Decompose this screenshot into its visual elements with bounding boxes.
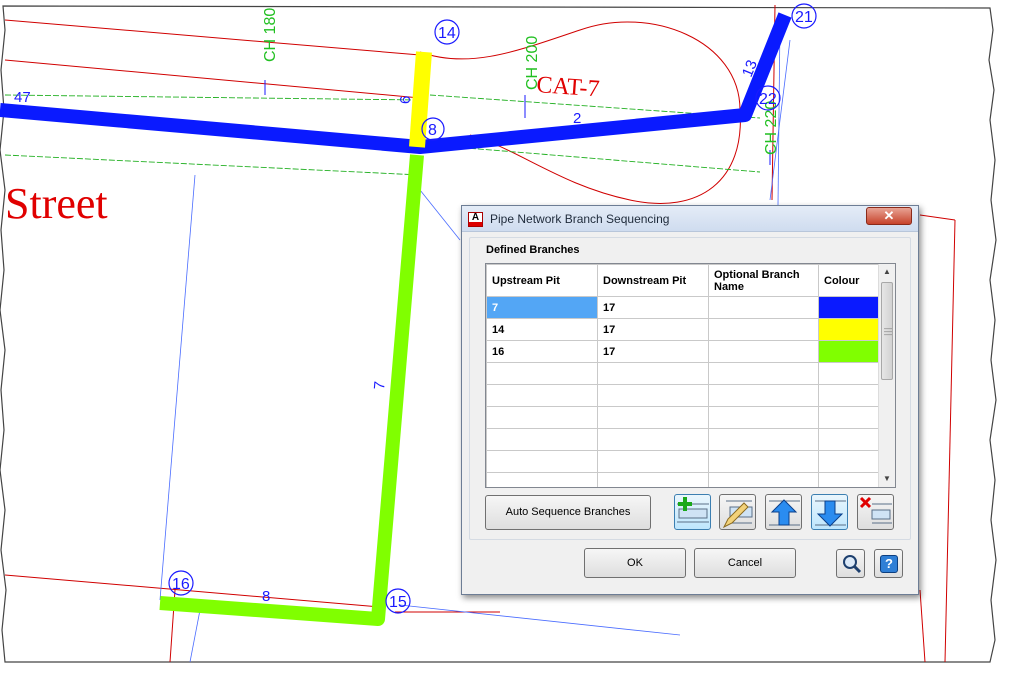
ok-label: OK bbox=[627, 557, 643, 569]
branches-grid[interactable]: Upstream Pit Downstream Pit Optional Bra… bbox=[485, 263, 896, 488]
pit-label: 8 bbox=[428, 122, 437, 139]
help-icon-glyph: ? bbox=[885, 556, 893, 571]
auto-sequence-branches-button[interactable]: Auto Sequence Branches bbox=[485, 495, 651, 530]
colour-cell[interactable] bbox=[818, 340, 879, 363]
empty-row[interactable] bbox=[486, 406, 879, 429]
chainage-label: CH 220 bbox=[763, 101, 780, 155]
cancel-label: Cancel bbox=[727, 557, 763, 569]
chainage-label: CH 180 bbox=[262, 8, 279, 62]
branch-name-cell[interactable] bbox=[708, 318, 819, 341]
grid-vertical-scrollbar[interactable]: ▲ — — — ▼ bbox=[878, 264, 895, 487]
column-header-upstream[interactable]: Upstream Pit bbox=[486, 264, 598, 297]
scroll-up-arrow-icon[interactable]: ▲ bbox=[879, 264, 895, 280]
help-button[interactable]: ? bbox=[874, 549, 903, 578]
move-up-icon bbox=[769, 499, 800, 526]
downstream-pit-cell[interactable]: 17 bbox=[597, 318, 709, 341]
branches-table: Upstream Pit Downstream Pit Optional Bra… bbox=[486, 264, 879, 487]
branch-name-cell[interactable] bbox=[708, 296, 819, 319]
upstream-pit-cell[interactable]: 7 bbox=[486, 296, 598, 319]
colour-swatch bbox=[819, 297, 878, 318]
colour-cell[interactable] bbox=[818, 318, 879, 341]
empty-row[interactable] bbox=[486, 450, 879, 473]
colour-cell[interactable] bbox=[818, 296, 879, 319]
downstream-pit-cell[interactable]: 17 bbox=[597, 340, 709, 363]
colour-swatch bbox=[819, 319, 878, 340]
table-header-row: Upstream Pit Downstream Pit Optional Bra… bbox=[486, 264, 879, 297]
zoom-icon bbox=[843, 555, 862, 574]
defined-branches-label: Defined Branches bbox=[486, 244, 580, 256]
pit-label: 15 bbox=[389, 594, 407, 611]
pipe-label: 2 bbox=[573, 110, 581, 127]
scroll-down-arrow-icon[interactable]: ▼ bbox=[879, 471, 895, 487]
colour-swatch bbox=[819, 341, 878, 362]
pipe-label: 6 bbox=[397, 96, 414, 104]
pipe-label: 7 bbox=[371, 381, 389, 391]
scroll-thumb[interactable]: — — — bbox=[881, 282, 893, 380]
cat-label: CAT-7 bbox=[536, 72, 601, 102]
dialog-titlebar[interactable]: A Pipe Network Branch Sequencing ✕ bbox=[462, 206, 918, 232]
blue-branch[interactable] bbox=[0, 12, 792, 154]
pit-label: 21 bbox=[795, 9, 813, 26]
upstream-pit-cell[interactable]: 16 bbox=[486, 340, 598, 363]
dialog-title: Pipe Network Branch Sequencing bbox=[490, 212, 670, 226]
move-up-button[interactable] bbox=[765, 494, 802, 530]
table-row[interactable]: 7 17 bbox=[486, 296, 879, 319]
empty-row[interactable] bbox=[486, 428, 879, 451]
branch-name-cell[interactable] bbox=[708, 340, 819, 363]
pit-label: 16 bbox=[172, 576, 190, 593]
ok-button[interactable]: OK bbox=[584, 548, 686, 578]
cancel-button[interactable]: Cancel bbox=[694, 548, 796, 578]
setout-lines bbox=[4, 94, 761, 176]
column-header-downstream[interactable]: Downstream Pit bbox=[597, 264, 709, 297]
empty-row[interactable] bbox=[486, 384, 879, 407]
pit-label: 22 bbox=[759, 91, 777, 108]
edit-branch-button[interactable] bbox=[719, 494, 756, 530]
close-button[interactable]: ✕ bbox=[866, 207, 912, 225]
delete-branch-button[interactable] bbox=[857, 494, 894, 530]
upstream-pit-cell[interactable]: 14 bbox=[486, 318, 598, 341]
column-header-branch-name[interactable]: Optional Branch Name bbox=[708, 264, 819, 297]
pipe-label: 47 bbox=[14, 89, 31, 106]
autocad-app-icon: A bbox=[468, 212, 483, 227]
edit-branch-icon bbox=[722, 500, 753, 529]
street-label: Street bbox=[5, 179, 108, 228]
empty-row[interactable] bbox=[486, 362, 879, 385]
add-branch-button[interactable] bbox=[674, 494, 711, 530]
move-down-button[interactable] bbox=[811, 494, 848, 530]
table-row[interactable]: 16 17 bbox=[486, 340, 879, 363]
delete-branch-icon bbox=[859, 496, 892, 524]
close-icon: ✕ bbox=[883, 208, 895, 223]
downstream-pit-cell[interactable]: 17 bbox=[597, 296, 709, 319]
pipe-label: 8 bbox=[262, 588, 270, 605]
help-icon: ? bbox=[880, 555, 898, 573]
column-header-colour[interactable]: Colour bbox=[818, 264, 879, 297]
branch-sequencing-dialog: A Pipe Network Branch Sequencing ✕ Defin… bbox=[461, 205, 919, 595]
zoom-button[interactable] bbox=[836, 549, 865, 578]
add-branch-icon bbox=[677, 497, 709, 523]
table-row[interactable]: 14 17 bbox=[486, 318, 879, 341]
pit-label: 14 bbox=[438, 25, 456, 42]
auto-sequence-label: Auto Sequence Branches bbox=[505, 506, 631, 518]
move-down-icon bbox=[815, 500, 846, 527]
empty-row[interactable] bbox=[486, 472, 879, 487]
